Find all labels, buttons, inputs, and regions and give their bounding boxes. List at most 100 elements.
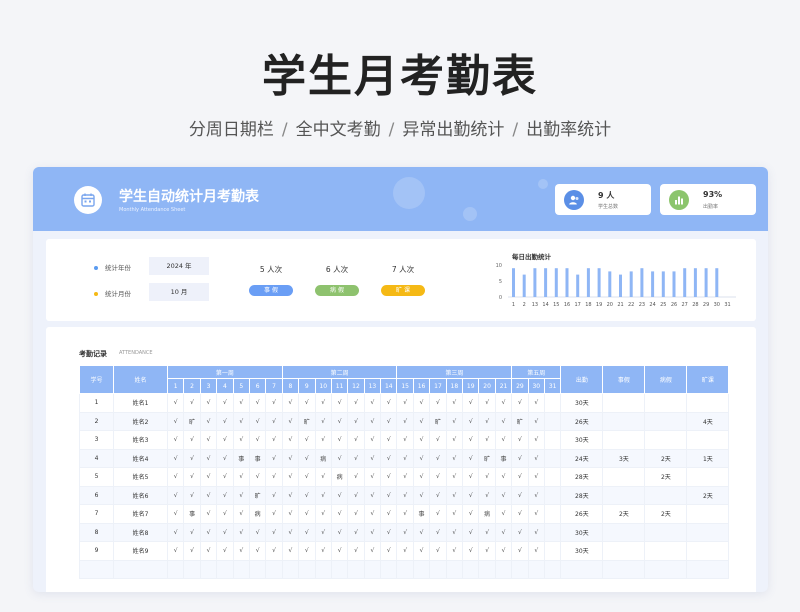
attendance-mark-cell[interactable] [543, 393, 562, 413]
attendance-mark-cell[interactable] [265, 559, 283, 579]
attendance-mark-cell[interactable]: 旷 [478, 448, 496, 468]
attendance-mark-cell[interactable]: √ [281, 522, 300, 542]
attendance-mark-cell[interactable] [429, 559, 447, 579]
attendance-mark-cell[interactable]: √ [462, 504, 480, 524]
attendance-mark-cell[interactable]: √ [265, 541, 283, 561]
attendance-mark-cell[interactable]: √ [429, 522, 447, 542]
attendance-mark-cell[interactable]: √ [166, 448, 185, 468]
attendance-mark-cell[interactable]: √ [412, 430, 431, 450]
attendance-mark-cell[interactable]: √ [494, 393, 513, 413]
attendance-mark-cell[interactable]: √ [248, 411, 267, 431]
attendance-mark-cell[interactable]: √ [527, 504, 545, 524]
attendance-mark-cell[interactable]: √ [330, 541, 349, 561]
attendance-mark-cell[interactable]: √ [216, 485, 234, 505]
attendance-mark-cell[interactable]: √ [396, 393, 414, 413]
attendance-mark-cell[interactable]: √ [281, 541, 300, 561]
attendance-mark-cell[interactable] [478, 559, 496, 579]
attendance-mark-cell[interactable]: √ [298, 504, 316, 524]
attendance-mark-cell[interactable]: √ [396, 430, 414, 450]
attendance-mark-cell[interactable]: √ [232, 430, 250, 450]
attendance-mark-cell[interactable] [543, 467, 562, 487]
attendance-mark-cell[interactable]: √ [265, 430, 283, 450]
attendance-mark-cell[interactable]: √ [380, 448, 398, 468]
attendance-mark-cell[interactable]: √ [396, 448, 414, 468]
attendance-mark-cell[interactable]: √ [232, 541, 250, 561]
attendance-mark-cell[interactable] [183, 559, 201, 579]
attendance-mark-cell[interactable]: √ [232, 393, 250, 413]
attendance-mark-cell[interactable]: √ [199, 393, 218, 413]
attendance-mark-cell[interactable]: √ [232, 485, 250, 505]
attendance-mark-cell[interactable]: √ [412, 411, 431, 431]
attendance-mark-cell[interactable]: √ [527, 448, 545, 468]
attendance-mark-cell[interactable]: √ [298, 541, 316, 561]
attendance-mark-cell[interactable]: √ [166, 522, 185, 542]
attendance-mark-cell[interactable]: √ [380, 504, 398, 524]
attendance-mark-cell[interactable] [298, 559, 316, 579]
attendance-mark-cell[interactable]: √ [314, 485, 332, 505]
attendance-mark-cell[interactable]: 旷 [511, 411, 529, 431]
attendance-mark-cell[interactable]: √ [216, 393, 234, 413]
attendance-mark-cell[interactable]: √ [199, 467, 218, 487]
attendance-mark-cell[interactable]: √ [396, 504, 414, 524]
attendance-mark-cell[interactable]: √ [527, 541, 545, 561]
attendance-mark-cell[interactable]: √ [412, 467, 431, 487]
attendance-mark-cell[interactable]: √ [494, 504, 513, 524]
attendance-mark-cell[interactable]: √ [330, 411, 349, 431]
attendance-mark-cell[interactable]: 事 [183, 504, 201, 524]
attendance-mark-cell[interactable]: 病 [314, 448, 332, 468]
attendance-mark-cell[interactable] [347, 559, 365, 579]
attendance-mark-cell[interactable]: 病 [330, 467, 349, 487]
attendance-mark-cell[interactable]: 事 [412, 504, 431, 524]
attendance-mark-cell[interactable]: √ [281, 467, 300, 487]
attendance-mark-cell[interactable]: √ [248, 522, 267, 542]
attendance-mark-cell[interactable]: √ [396, 485, 414, 505]
attendance-mark-cell[interactable]: 旷 [183, 411, 201, 431]
attendance-mark-cell[interactable]: √ [380, 522, 398, 542]
attendance-mark-cell[interactable]: √ [429, 448, 447, 468]
attendance-mark-cell[interactable]: √ [363, 522, 382, 542]
attendance-mark-cell[interactable]: √ [527, 467, 545, 487]
attendance-mark-cell[interactable]: √ [166, 467, 185, 487]
attendance-mark-cell[interactable]: √ [429, 467, 447, 487]
attendance-mark-cell[interactable]: 病 [248, 504, 267, 524]
attendance-mark-cell[interactable]: √ [380, 467, 398, 487]
attendance-mark-cell[interactable]: √ [330, 522, 349, 542]
attendance-mark-cell[interactable]: √ [232, 504, 250, 524]
attendance-mark-cell[interactable] [543, 485, 562, 505]
attendance-mark-cell[interactable]: √ [248, 430, 267, 450]
attendance-mark-cell[interactable]: √ [380, 430, 398, 450]
attendance-mark-cell[interactable]: √ [347, 430, 365, 450]
attendance-mark-cell[interactable] [314, 559, 332, 579]
attendance-mark-cell[interactable] [445, 559, 464, 579]
attendance-mark-cell[interactable]: √ [412, 522, 431, 542]
attendance-mark-cell[interactable]: √ [396, 522, 414, 542]
attendance-mark-cell[interactable]: √ [445, 485, 464, 505]
attendance-mark-cell[interactable]: √ [494, 485, 513, 505]
attendance-mark-cell[interactable]: √ [527, 485, 545, 505]
attendance-mark-cell[interactable] [462, 559, 480, 579]
attendance-mark-cell[interactable]: √ [412, 448, 431, 468]
attendance-mark-cell[interactable]: √ [265, 485, 283, 505]
attendance-mark-cell[interactable]: √ [166, 411, 185, 431]
attendance-mark-cell[interactable]: √ [232, 522, 250, 542]
attendance-mark-cell[interactable]: √ [511, 448, 529, 468]
attendance-mark-cell[interactable]: √ [314, 430, 332, 450]
attendance-mark-cell[interactable]: √ [347, 541, 365, 561]
attendance-mark-cell[interactable]: √ [232, 467, 250, 487]
attendance-mark-cell[interactable]: √ [363, 467, 382, 487]
attendance-mark-cell[interactable]: √ [347, 485, 365, 505]
attendance-mark-cell[interactable]: √ [265, 504, 283, 524]
attendance-mark-cell[interactable]: √ [166, 393, 185, 413]
attendance-mark-cell[interactable]: √ [347, 448, 365, 468]
attendance-mark-cell[interactable]: √ [281, 411, 300, 431]
attendance-mark-cell[interactable]: √ [396, 411, 414, 431]
attendance-mark-cell[interactable]: √ [232, 411, 250, 431]
attendance-mark-cell[interactable]: √ [445, 411, 464, 431]
attendance-mark-cell[interactable]: √ [494, 541, 513, 561]
attendance-mark-cell[interactable]: √ [494, 430, 513, 450]
attendance-mark-cell[interactable]: √ [183, 541, 201, 561]
attendance-mark-cell[interactable]: √ [281, 448, 300, 468]
attendance-mark-cell[interactable]: √ [478, 541, 496, 561]
attendance-mark-cell[interactable]: √ [265, 411, 283, 431]
attendance-mark-cell[interactable]: √ [380, 411, 398, 431]
